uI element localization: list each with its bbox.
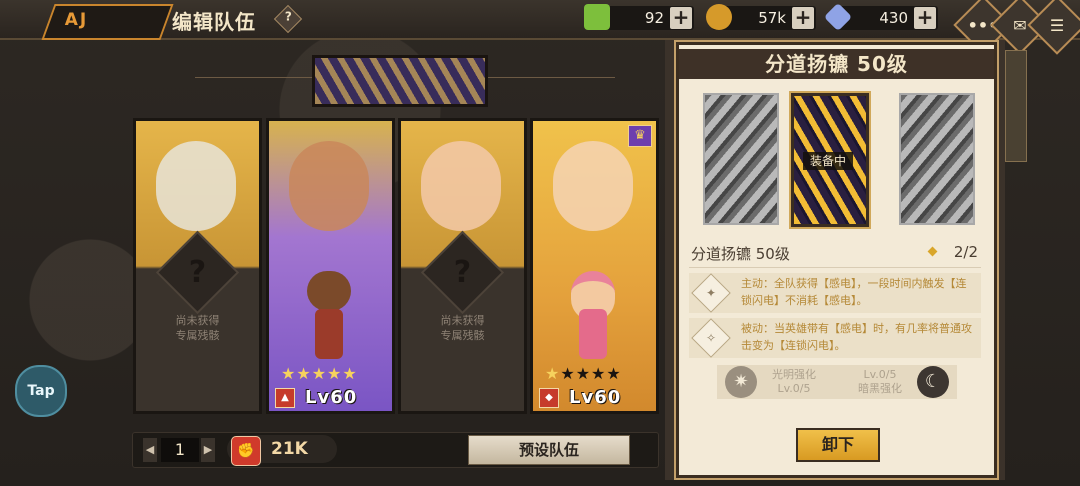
weapon-panel: 分道扬镳 50级 装备中 分道扬镳 50级 2/2 ✦ 主动：全队获得【感电】，… [676, 42, 997, 478]
dark-enhance-icon[interactable]: ☾ [917, 366, 949, 398]
lock-glyph: ? [453, 255, 472, 290]
resource-green-gem: 92 + [584, 4, 694, 30]
gold-coin-plus-button[interactable]: + [792, 7, 814, 29]
hero-level: Lv60 [569, 387, 622, 408]
weapon-name: 分道扬镳 50级 [691, 245, 790, 263]
dark-enhance-level: Lv.0/5 [863, 368, 897, 381]
hero-slot-3[interactable]: ? 尚未获得 专属残骸 [398, 118, 527, 414]
team-number: 1 [161, 438, 199, 462]
green-gem-value: 92 [644, 9, 664, 27]
light-enhance-icon[interactable]: ✷ [725, 366, 757, 398]
active-skill-icon: ✦ [691, 273, 731, 313]
star-icon: ★ [281, 364, 297, 383]
unobtained-text: 尚未获得 专属残骸 [136, 313, 259, 343]
divider [689, 267, 981, 268]
unobtained-line-1: 尚未获得 [175, 314, 220, 327]
star-rating: ★★★★★ [281, 364, 358, 383]
crystal-plus-button[interactable]: + [914, 7, 936, 29]
weapon-count: 2/2 [953, 243, 978, 261]
class-icon: ◆ [539, 388, 559, 408]
unequip-button[interactable]: 卸下 [796, 428, 880, 462]
star-icon: ★ [560, 364, 576, 383]
passive-skill-icon: ✧ [691, 318, 731, 358]
hero-slot-4[interactable]: ♛ ★★★★★ ◆ Lv60 [530, 118, 659, 414]
tap-floating-button[interactable]: Tap [15, 365, 67, 417]
prev-team-button[interactable]: ◀ [143, 438, 157, 462]
class-icon: ▲ [275, 388, 295, 408]
level-row: ▲ Lv60 [269, 385, 392, 411]
light-enhance-label: 光明强化 [772, 368, 816, 381]
active-skill-glyph: ✦ [705, 286, 717, 300]
unobtained-line-2: 专属残骸 [440, 329, 485, 342]
team-bar: ◀ 1 ▶ ✊ 21K 预设队伍 [132, 432, 659, 468]
green-gem-icon [584, 4, 610, 30]
weapon-option-1[interactable] [703, 93, 779, 225]
star-icon: ★ [311, 364, 328, 383]
active-skill: ✦ 主动：全队获得【感电】，一段时间内触发【连锁闪电】不消耗【感电】。 [689, 273, 981, 313]
green-gem-plus-button[interactable]: + [670, 7, 692, 29]
weapon-option-2[interactable]: 装备中 [791, 93, 869, 227]
count-diamond-icon [927, 246, 938, 257]
crown-icon: ♛ [628, 125, 652, 147]
unobtained-line-2: 专属残骸 [175, 329, 220, 342]
passive-skill-text: 被动：当英雄带有【感电】时，有几率将普通攻击变为【连锁闪电】。 [741, 322, 972, 352]
star-icon: ★ [545, 364, 561, 383]
hero-slot-1[interactable]: ? 尚未获得 专属残骸 [133, 118, 262, 414]
unobtained-text: 尚未获得 专属残骸 [401, 313, 524, 343]
help-glyph: ? [284, 9, 292, 24]
hero-portrait [289, 141, 369, 231]
gold-coin-icon [706, 4, 732, 30]
equipped-weapon-banner[interactable] [312, 55, 488, 107]
hero-chibi [299, 271, 359, 371]
hero-level: Lv60 [305, 387, 358, 408]
passive-skill: ✧ 被动：当英雄带有【感电】时，有几率将普通攻击变为【连锁闪电】。 [689, 318, 981, 358]
lock-glyph: ? [188, 255, 207, 290]
side-tab[interactable] [1005, 50, 1027, 162]
equipped-tag: 装备中 [803, 152, 853, 170]
star-icon: ★ [342, 364, 358, 383]
locked-relic-icon: ? [155, 230, 240, 315]
star-icon: ★ [591, 364, 607, 383]
next-team-button[interactable]: ▶ [201, 438, 215, 462]
level-row: ◆ Lv60 [533, 385, 656, 411]
light-enhance-level: Lv.0/5 [777, 382, 811, 395]
weapon-option-3[interactable] [899, 93, 975, 225]
light-enhance-text: 光明强化 Lv.0/5 [759, 368, 829, 396]
unobtained-line-1: 尚未获得 [440, 314, 485, 327]
hero-portrait [156, 141, 236, 231]
back-button[interactable]: AJ [41, 4, 174, 40]
locked-relic-icon: ? [420, 230, 505, 315]
active-skill-text: 主动：全队获得【感电】，一段时间内触发【连锁闪电】不消耗【感电】。 [741, 277, 967, 307]
help-icon[interactable]: ? [273, 4, 303, 34]
star-icon: ★ [296, 364, 312, 383]
passive-skill-glyph: ✧ [705, 331, 717, 345]
dark-enhance-label: 暗黑强化 [858, 382, 902, 395]
star-icon: ★ [327, 364, 343, 383]
team-power: 21K [271, 439, 308, 459]
resource-gold-coin: 57k + [706, 4, 816, 30]
top-bar: AJ 编辑队伍 ? 92 + 57k + 430 + ••• ✉ ☰ [0, 0, 1080, 55]
page-title: 编辑队伍 [172, 10, 256, 34]
star-icon: ★ [606, 364, 622, 383]
gold-coin-value: 57k [758, 9, 786, 27]
crystal-icon [823, 2, 853, 32]
menu-icon: ☰ [1049, 15, 1065, 35]
enhance-row: ✷ 光明强化 Lv.0/5 Lv.0/5 暗黑强化 ☾ [717, 365, 957, 399]
logo-text: AJ [64, 10, 89, 30]
star-rating: ★★★★★ [545, 364, 622, 383]
fist-icon: ✊ [231, 436, 261, 466]
dark-enhance-text: Lv.0/5 暗黑强化 [845, 368, 915, 396]
hero-chibi [563, 271, 623, 371]
preset-team-button[interactable]: 预设队伍 [468, 435, 630, 465]
crystal-value: 430 [879, 9, 908, 27]
star-icon: ★ [575, 364, 592, 383]
panel-title: 分道扬镳 50级 [679, 49, 994, 79]
resource-crystal: 430 + [823, 2, 938, 32]
hero-slot-2[interactable]: ★★★★★ ▲ Lv60 [266, 118, 395, 414]
hero-portrait [553, 141, 633, 231]
hero-portrait [421, 141, 501, 231]
